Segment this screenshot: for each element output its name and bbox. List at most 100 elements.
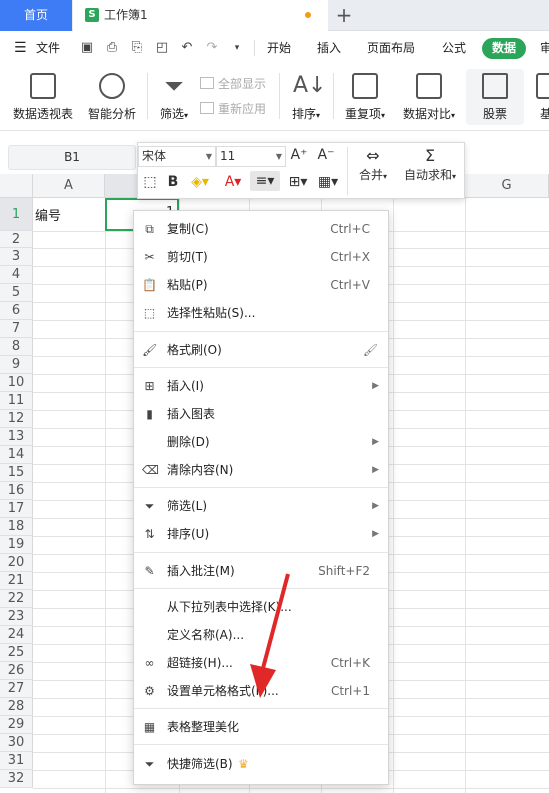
menu-file[interactable]: 文件 (36, 31, 60, 65)
context-menu-item[interactable]: ▦ 表格整理美化 (134, 714, 388, 740)
row-header[interactable]: 30 (0, 734, 33, 752)
row-header[interactable]: 29 (0, 716, 33, 734)
duplicates-button[interactable]: 重复项▾ (340, 73, 390, 122)
row-header[interactable]: 16 (0, 482, 33, 500)
row-header[interactable]: 9 (0, 356, 33, 374)
export-icon[interactable]: ⎙ (104, 40, 120, 56)
duplicates-icon (352, 73, 378, 99)
menu-insert[interactable]: 插入 (317, 31, 341, 65)
more-dropdown-icon[interactable]: ▾ (229, 40, 245, 56)
row-header[interactable]: 12 (0, 410, 33, 428)
smart-analysis-button[interactable]: 智能分析 (84, 73, 140, 122)
row-header[interactable]: 25 (0, 644, 33, 662)
new-tab-button[interactable]: + (335, 2, 353, 28)
context-menu-label: 插入图表 (167, 407, 216, 421)
row-header[interactable]: 21 (0, 572, 33, 590)
row-header[interactable]: 22 (0, 590, 33, 608)
context-menu-item[interactable]: ⇅ 排序(U) ▶ (134, 521, 388, 547)
sort-button[interactable]: A↓ 排序▾ (286, 73, 327, 122)
decrease-font-icon[interactable]: A⁻ (316, 145, 336, 165)
context-menu-label: 删除(D) (167, 435, 210, 449)
cell-a1[interactable]: 编号 (35, 205, 61, 224)
menu-separator (134, 744, 388, 745)
align-center-icon[interactable]: ≡▾ (250, 171, 280, 191)
menu-page-layout[interactable]: 页面布局 (367, 31, 415, 65)
submenu-arrow-icon: ▶ (372, 465, 379, 475)
row-header[interactable]: 8 (0, 338, 33, 356)
menu-data[interactable]: 数据 (482, 38, 526, 59)
font-family-select[interactable]: 宋体 ▼ (138, 146, 216, 167)
row-header[interactable]: 32 (0, 770, 33, 788)
font-color-icon[interactable]: A▾ (221, 172, 245, 192)
context-menu-item[interactable]: ✂ 剪切(T) Ctrl+X (134, 244, 388, 270)
context-menu-item[interactable]: 📋 粘贴(P) Ctrl+V (134, 272, 388, 298)
context-menu-label: 格式刷(O) (167, 343, 222, 357)
context-menu-item[interactable]: ⧉ 复制(C) Ctrl+C (134, 216, 388, 242)
cell-style-icon[interactable]: ⬚ (141, 172, 159, 192)
row-header[interactable]: 2 (0, 231, 33, 248)
save-icon[interactable]: ▣ (79, 40, 95, 56)
format-painter-pin-icon[interactable]: 🖌 (363, 337, 378, 363)
row-header[interactable]: 17 (0, 500, 33, 518)
context-menu-item[interactable]: ⏷ 筛选(L) ▶ (134, 493, 388, 519)
border-icon[interactable]: ⊞▾ (285, 172, 311, 192)
row-header[interactable]: 3 (0, 248, 33, 266)
context-menu-item[interactable]: ▮ 插入图表 (134, 401, 388, 427)
data-compare-button[interactable]: 数据对比▾ (398, 73, 460, 122)
row-header[interactable]: 6 (0, 302, 33, 320)
column-header-g[interactable]: G (465, 174, 549, 198)
row-header[interactable]: 24 (0, 626, 33, 644)
tab-workbook[interactable]: S 工作簿1 (73, 0, 328, 31)
filter-button[interactable]: ⏷ 筛选▾ (154, 73, 194, 122)
row-header[interactable]: 26 (0, 662, 33, 680)
row-header[interactable]: 20 (0, 554, 33, 572)
name-box[interactable]: B1 (8, 145, 136, 170)
duplicates-label: 重复项 (344, 107, 381, 121)
print-icon[interactable]: ⎘ (129, 40, 145, 56)
stock-button[interactable]: 股票 (466, 69, 524, 125)
merge-button[interactable]: ⇔ 合并▾ (354, 146, 392, 183)
hamburger-icon[interactable]: ☰ (14, 31, 27, 65)
row-header[interactable]: 7 (0, 320, 33, 338)
context-menu-item[interactable]: ⏷ 快捷筛选(B) ♛ (134, 751, 388, 777)
context-menu-item[interactable]: ⬚ 选择性粘贴(S)... (134, 300, 388, 326)
pivot-table-button[interactable]: 数据透视表 (10, 73, 76, 122)
menu-review[interactable]: 审 (540, 31, 549, 65)
row-header[interactable]: 15 (0, 464, 33, 482)
row-header[interactable]: 11 (0, 392, 33, 410)
fund-button[interactable]: 基 (536, 73, 549, 122)
menu-formula[interactable]: 公式 (442, 31, 466, 65)
row-header[interactable]: 31 (0, 752, 33, 770)
row-header[interactable]: 13 (0, 428, 33, 446)
cell-format-icon[interactable]: ▦▾ (315, 172, 341, 192)
row-header[interactable]: 23 (0, 608, 33, 626)
row-header[interactable]: 14 (0, 446, 33, 464)
context-menu-item[interactable]: ⊞ 插入(I) ▶ (134, 373, 388, 399)
row-header[interactable]: 18 (0, 518, 33, 536)
row-header[interactable]: 1 (0, 198, 33, 231)
increase-font-icon[interactable]: A⁺ (289, 145, 309, 165)
menu-start[interactable]: 开始 (267, 31, 291, 65)
fill-color-icon[interactable]: ◈▾ (188, 172, 212, 192)
row-header[interactable]: 27 (0, 680, 33, 698)
context-menu-item[interactable]: 🖌 格式刷(O) 🖌 (134, 337, 388, 363)
context-menu-item[interactable]: 删除(D) ▶ (134, 429, 388, 455)
filter-icon: ⏷ (164, 72, 184, 100)
context-menu-item[interactable]: ⌫ 清除内容(N) ▶ (134, 457, 388, 483)
row-header[interactable]: 5 (0, 284, 33, 302)
select-all-corner[interactable] (0, 174, 33, 198)
print-preview-icon[interactable]: ◰ (154, 40, 170, 56)
row-header[interactable]: 10 (0, 374, 33, 392)
tab-home[interactable]: 首页 (0, 0, 72, 31)
show-all-button[interactable]: 全部显示 (200, 75, 266, 92)
column-header-a[interactable]: A (33, 174, 105, 198)
autosum-button[interactable]: Σ 自动求和▾ (400, 146, 460, 183)
row-header[interactable]: 28 (0, 698, 33, 716)
redo-icon[interactable]: ↷ (204, 40, 220, 56)
undo-icon[interactable]: ↶ (179, 40, 195, 56)
row-header[interactable]: 4 (0, 266, 33, 284)
font-size-select[interactable]: 11 ▼ (216, 146, 286, 167)
row-header[interactable]: 19 (0, 536, 33, 554)
reapply-button[interactable]: 重新应用 (200, 100, 266, 117)
bold-icon[interactable]: B (165, 172, 181, 192)
